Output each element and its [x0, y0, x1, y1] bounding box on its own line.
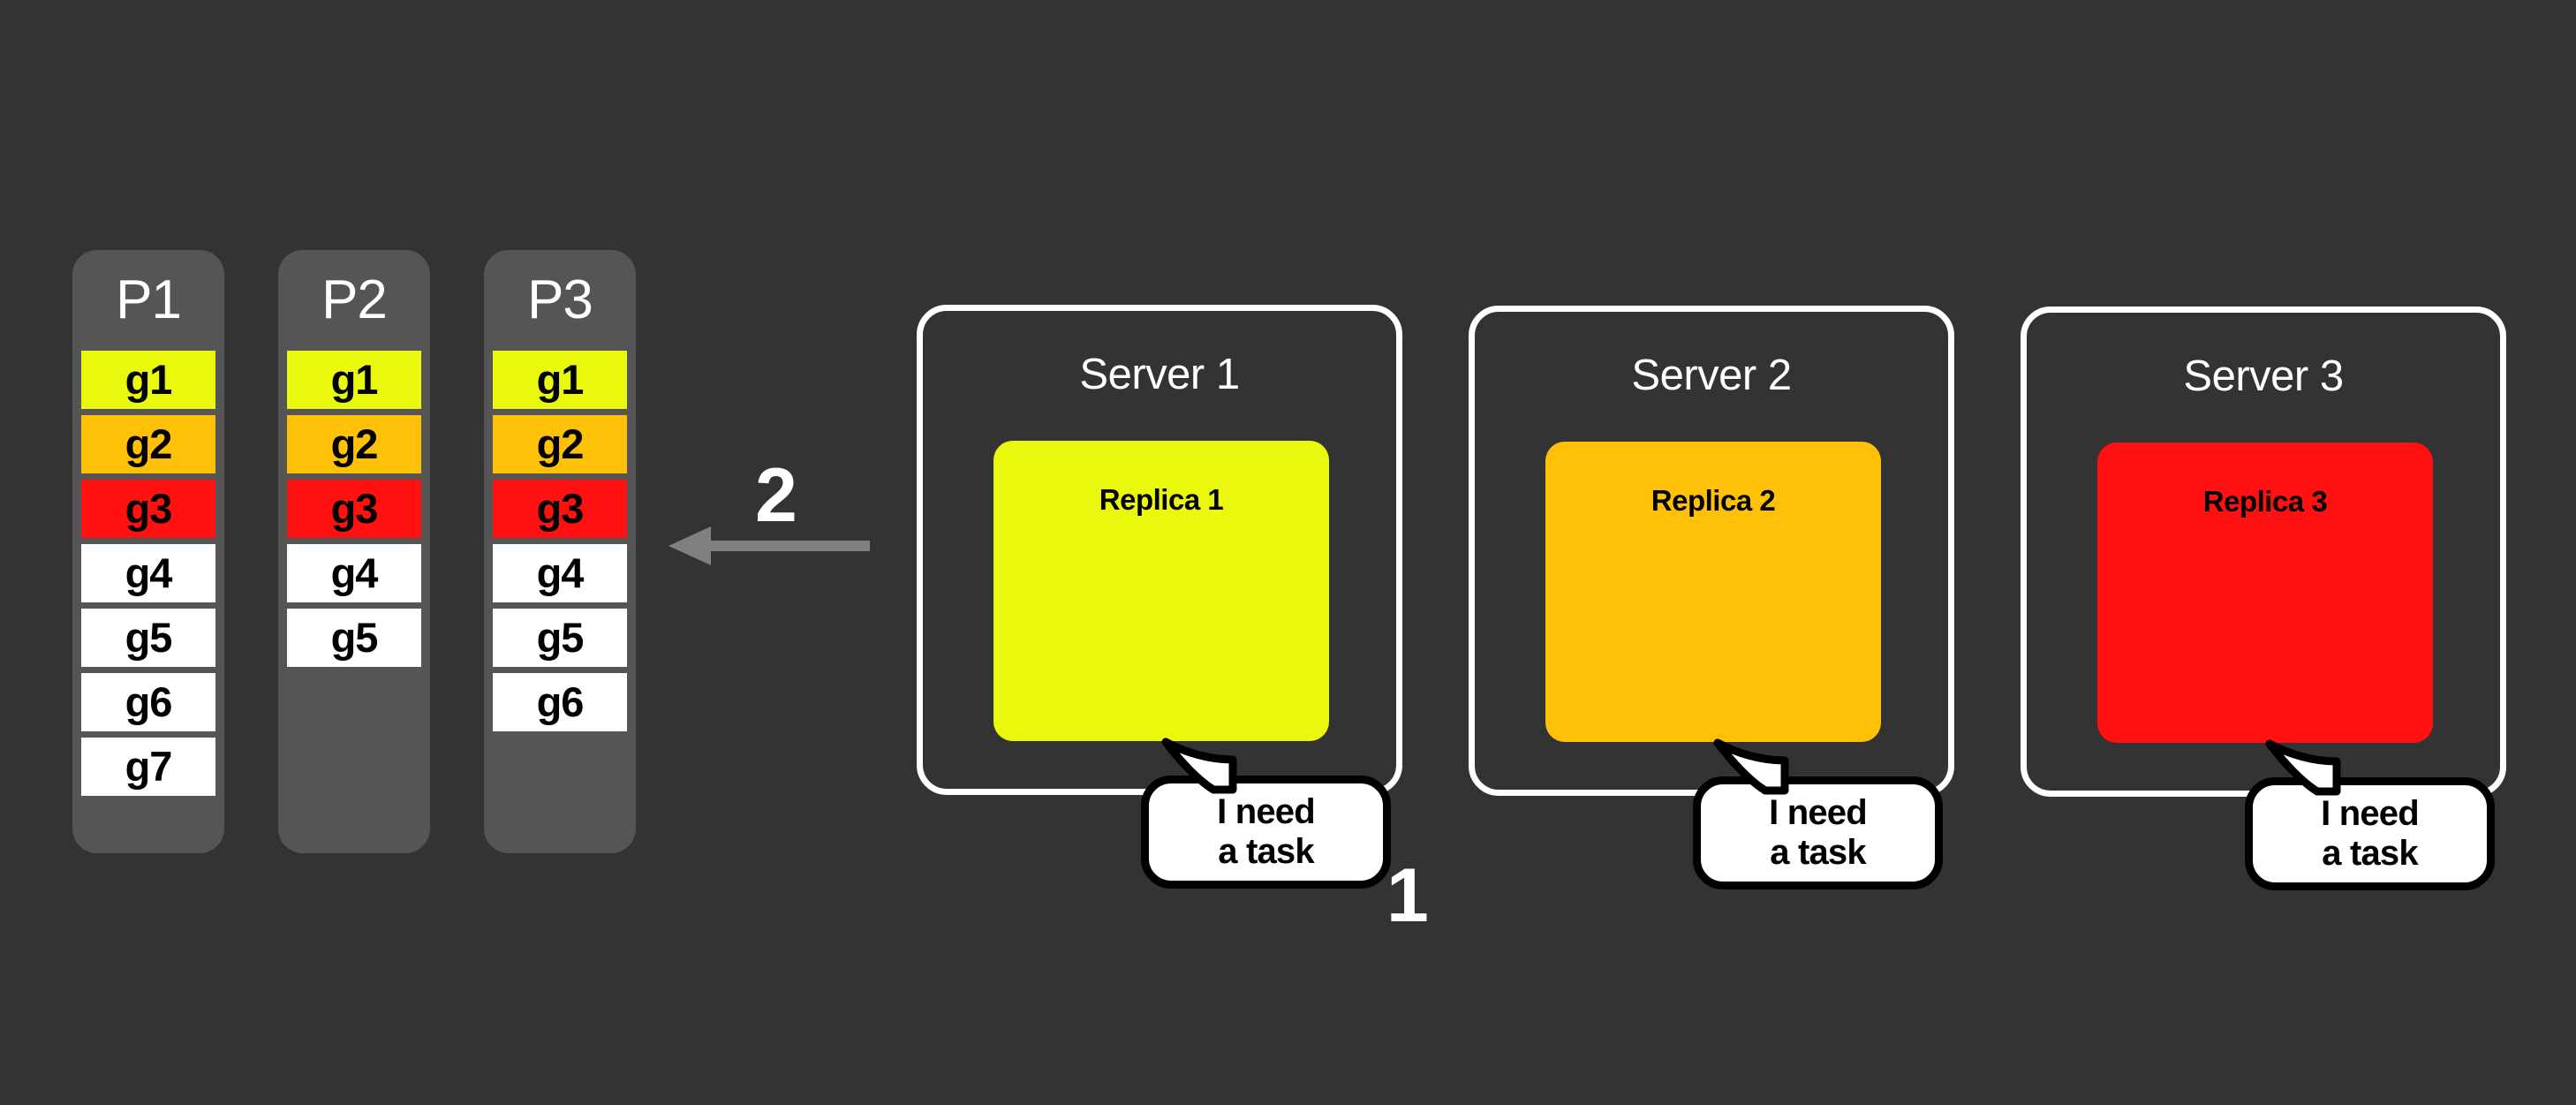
queue-item: g4: [81, 543, 215, 602]
queue-item: g3: [81, 479, 215, 538]
server-box-3: Server 3 Replica 3: [2021, 307, 2506, 797]
replica-label-1: Replica 1: [1099, 483, 1224, 516]
server-title-3: Server 3: [2183, 352, 2344, 400]
queue-item-label: g6: [125, 678, 173, 725]
queue-column-p2: P2 g1 g2 g3 g4 g5: [278, 250, 430, 853]
queue-item-label: g5: [536, 614, 585, 661]
queue-item: g4: [287, 543, 421, 602]
queue-item: g2: [81, 414, 215, 473]
replica-label-3: Replica 3: [2202, 485, 2328, 518]
replica-box-3: Replica 3: [2097, 443, 2433, 743]
queue-column-p1: P1 g1 g2 g3 g4 g5 g6 g7: [72, 250, 224, 853]
queue-item-label: g6: [536, 678, 585, 725]
queue-item-label: g7: [125, 743, 173, 790]
queue-item: g4: [493, 543, 627, 602]
queue-title-p2: P2: [321, 269, 388, 330]
queue-item: g3: [493, 479, 627, 538]
queue-item: g7: [81, 737, 215, 796]
speech-bubble-tail-1: [1148, 733, 1254, 844]
queue-item-label: g1: [330, 356, 379, 403]
speech-bubble-tail-2: [1700, 734, 1806, 844]
queue-item: g6: [81, 672, 215, 731]
replica-box-2: Replica 2: [1545, 442, 1881, 742]
queue-column-p3: P3 g1 g2 g3 g4 g5 g6: [484, 250, 636, 853]
queue-item: g5: [287, 608, 421, 667]
queue-item-label: g4: [125, 549, 173, 596]
queue-item-label: g5: [330, 614, 379, 661]
replica-box-1: Replica 1: [993, 441, 1329, 741]
queue-item-label: g5: [125, 614, 173, 661]
queue-item-label: g4: [536, 549, 585, 596]
queue-item-label: g2: [330, 420, 379, 467]
queue-title-p3: P3: [527, 269, 593, 330]
queue-item-label: g2: [536, 420, 585, 467]
server-box-2: Server 2 Replica 2: [1469, 306, 1954, 796]
queue-item: g2: [287, 414, 421, 473]
server-title-1: Server 1: [1079, 351, 1240, 398]
speech-bubble-tail-3: [2252, 735, 2358, 845]
queue-item: g2: [493, 414, 627, 473]
queue-items-p3: g1 g2 g3 g4 g5 g6: [484, 350, 636, 731]
queue-items-p2: g1 g2 g3 g4 g5: [278, 350, 430, 667]
replica-label-2: Replica 2: [1651, 484, 1776, 517]
queue-item: g1: [287, 350, 421, 409]
queue-item-label: g3: [125, 485, 173, 532]
server-box-1: Server 1 Replica 1: [917, 305, 1402, 795]
step-label-one: 1: [1386, 853, 1429, 938]
speech-bubble-1: I need a task: [1141, 733, 1407, 897]
queue-item-label: g2: [125, 420, 173, 467]
queue-item: g5: [493, 608, 627, 667]
queue-item: g1: [493, 350, 627, 409]
step-label-two: 2: [755, 453, 797, 538]
queue-item: g1: [81, 350, 215, 409]
speech-bubble-2: I need a task: [1693, 734, 1959, 897]
diagram-canvas: P1 g1 g2 g3 g4 g5 g6 g7 P2 g1 g2 g3 g4 g…: [0, 0, 2576, 1105]
queue-item-label: g1: [536, 356, 585, 403]
queue-item: g6: [493, 672, 627, 731]
queue-item-label: g3: [536, 485, 585, 532]
server-title-2: Server 2: [1631, 352, 1792, 399]
queue-item-label: g4: [330, 549, 379, 596]
queue-title-p1: P1: [116, 269, 182, 330]
queue-items-p1: g1 g2 g3 g4 g5 g6 g7: [72, 350, 224, 796]
speech-bubble-3: I need a task: [2245, 735, 2511, 898]
queue-item: g5: [81, 608, 215, 667]
queue-item-label: g1: [125, 356, 173, 403]
queue-item: g3: [287, 479, 421, 538]
queue-item-label: g3: [330, 485, 379, 532]
